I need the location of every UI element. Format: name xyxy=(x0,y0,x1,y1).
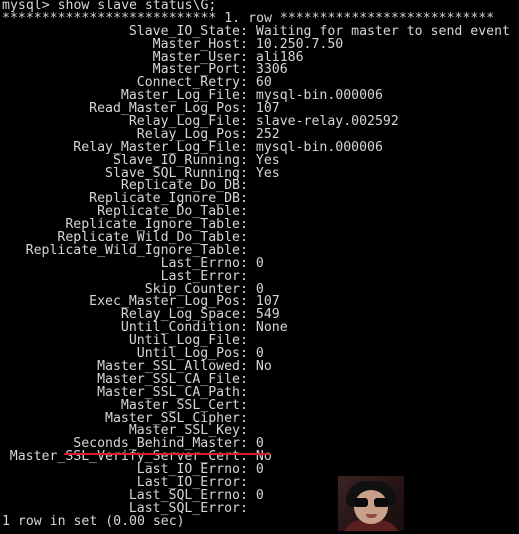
status-row-master-ssl-allowed: Master_SSL_Allowed: No xyxy=(2,358,519,374)
status-row-replicate-ignore-db: Replicate_Ignore_DB: xyxy=(2,192,519,206)
status-value: No xyxy=(255,358,272,374)
status-value: Yes xyxy=(255,165,280,181)
status-row-last-sql-errno: Last_SQL_Errno: 0 xyxy=(2,487,519,503)
status-row-until-condition: Until_Condition: None xyxy=(2,320,519,336)
result-footer: 1 row in set (0.00 sec) xyxy=(2,513,185,529)
status-value: 0 xyxy=(255,487,264,503)
status-row-last-errno: Last_Errno: 0 xyxy=(2,255,519,271)
status-value: 0 xyxy=(255,255,264,271)
status-row-slave-sql-running: Slave_SQL_Running: Yes xyxy=(2,165,519,181)
status-row-last-io-errno: Last_IO_Errno: 0 xyxy=(2,462,519,478)
status-row-master-ssl-ca-file: Master_SSL_CA_File: xyxy=(2,373,519,387)
status-row-master-ssl-cipher: Master_SSL_Cipher: xyxy=(2,411,519,426)
status-rows: Slave_IO_State: Waiting for master to se… xyxy=(2,25,519,516)
avatar-icon xyxy=(338,476,404,531)
status-value: 0 xyxy=(255,462,264,478)
status-row-replicate-do-db: Replicate_Do_DB: xyxy=(2,179,519,193)
status-row-master-ssl-ca-path: Master_SSL_CA_Path: xyxy=(2,386,519,400)
seconds-behind-master-underline xyxy=(64,453,270,455)
terminal-output: mysql> show slave status\G; ************… xyxy=(2,0,519,529)
status-row-master-ssl-cert: Master_SSL_Cert: xyxy=(2,399,519,413)
key-separator: : xyxy=(240,500,256,516)
status-value: None xyxy=(255,320,288,336)
